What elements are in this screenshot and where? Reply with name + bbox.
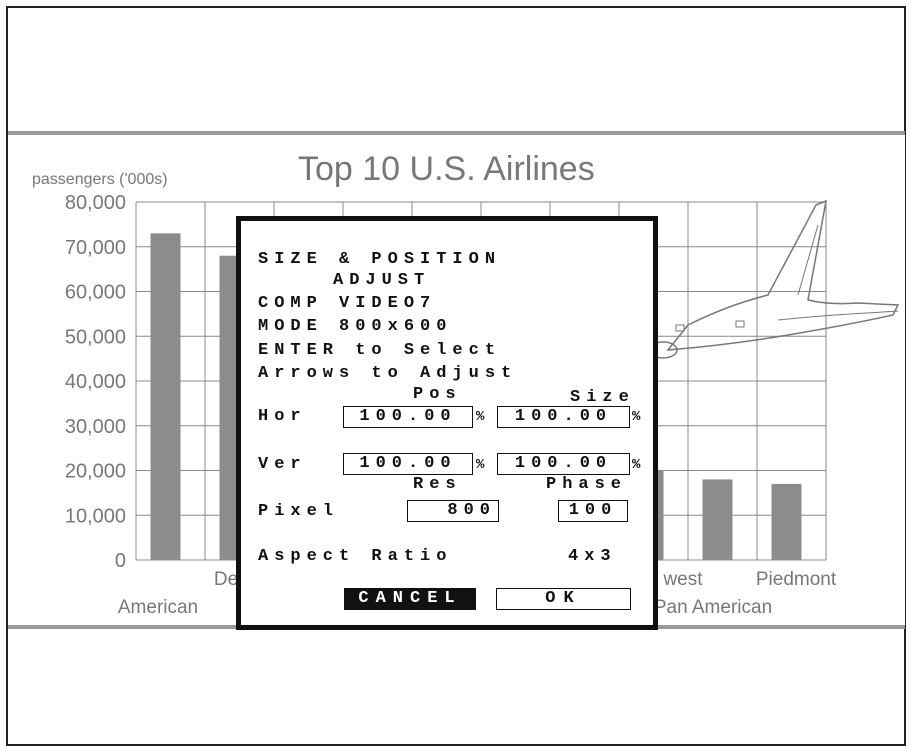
size-position-dialog: SIZE & POSITION ADJUST COMP VIDEO7 MODE … [236,216,658,630]
bar [771,483,802,560]
y-tick-label: 50,000 [65,326,126,348]
dialog-title-line1: SIZE & POSITION [258,250,502,269]
vertical-size-field[interactable]: 100.00 [497,453,630,475]
x-tick-label: Pan American [654,597,772,618]
dialog-title-line2: ADJUST [333,271,431,290]
x-tick-label: Piedmont [756,569,837,590]
vertical-size-percent: % [632,457,641,473]
y-tick-label: 70,000 [65,237,126,259]
aspect-ratio-value: 4x3 [568,547,617,566]
pixel-label: Pixel [258,502,340,521]
x-tick-label: American [118,597,198,618]
chart-title: Top 10 U.S. Airlines [298,150,595,188]
horizontal-position-field[interactable]: 100.00 [343,406,473,428]
column-pos-label: Pos [413,385,462,404]
horizontal-size-percent: % [632,409,641,425]
y-axis-ticks: 0 10,000 20,000 30,000 40,000 50,000 60,000 70,… [65,192,126,572]
airplane-icon [648,199,900,359]
bar [702,479,733,560]
vertical-position-field[interactable]: 100.00 [343,453,473,475]
input-source: COMP VIDEO7 [258,294,437,313]
aspect-ratio-label: Aspect Ratio [258,547,453,566]
vertical-position-percent: % [476,457,485,473]
y-tick-label: 80,000 [65,192,126,214]
instruction-adjust: Arrows to Adjust [258,364,518,383]
pixel-resolution-field[interactable]: 800 [407,500,499,522]
y-axis-label: passengers ('000s) [32,171,168,188]
pixel-phase-field[interactable]: 100 [558,500,628,522]
horizontal-size-field[interactable]: 100.00 [497,406,630,428]
vertical-label: Ver [258,455,307,474]
y-tick-label: 10,000 [65,505,126,527]
y-tick-label: 20,000 [65,461,126,483]
y-tick-label: 0 [115,550,126,572]
column-res-label: Res [413,475,462,494]
y-tick-label: 40,000 [65,371,126,393]
ok-button[interactable]: OK [496,588,631,610]
x-tick-label: west [662,569,703,590]
y-tick-label: 60,000 [65,282,126,304]
horizontal-label: Hor [258,407,307,426]
column-size-label: Size [570,388,635,407]
column-phase-label: Phase [546,475,628,494]
horizontal-position-percent: % [476,409,485,425]
y-tick-label: 30,000 [65,416,126,438]
cancel-button[interactable]: CANCEL [344,588,476,610]
display-mode: MODE 800x600 [258,317,453,336]
bar [150,233,181,560]
x-tick-label: De [214,569,238,590]
instruction-select: ENTER to Select [258,341,502,360]
